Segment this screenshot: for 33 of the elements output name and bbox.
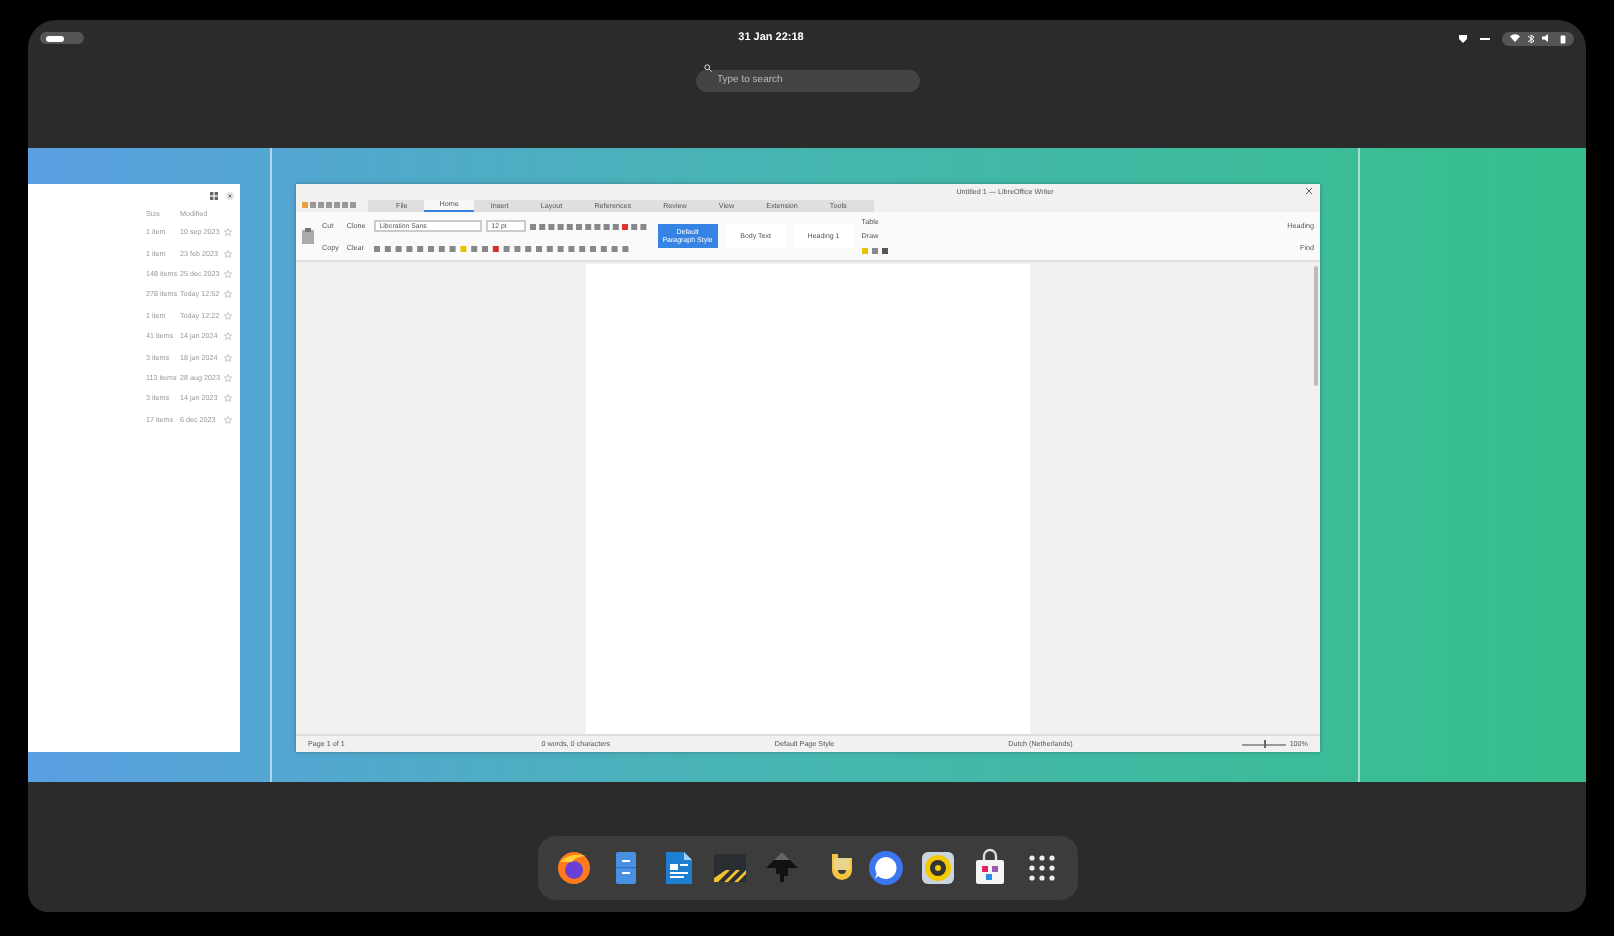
speaker-icon[interactable]	[917, 848, 957, 888]
app-grid-icon[interactable]	[1027, 854, 1055, 882]
search-icon	[703, 63, 711, 71]
star-icon[interactable]	[224, 373, 232, 382]
style-format-icons[interactable]	[373, 245, 634, 252]
fox-globe-icon[interactable]	[553, 848, 593, 888]
workspace-thumbnail[interactable]	[28, 148, 1586, 782]
star-icon[interactable]	[224, 269, 232, 278]
star-icon[interactable]	[224, 290, 232, 299]
quick-access-icon[interactable]	[302, 202, 358, 208]
star-icon[interactable]	[224, 228, 232, 237]
wifi-icon	[1510, 34, 1520, 42]
paste-icon[interactable]	[302, 228, 314, 244]
bluetooth-icon	[1528, 33, 1534, 43]
hazard-screen-icon[interactable]	[709, 848, 749, 888]
insert-icons[interactable]	[861, 248, 890, 255]
activities-indicator[interactable]	[40, 32, 84, 44]
system-menu[interactable]	[1502, 31, 1574, 45]
star-icon[interactable]	[224, 394, 232, 403]
chat-bubble-icon[interactable]	[865, 848, 905, 888]
view-toggle-icon[interactable]	[210, 192, 218, 200]
shield-icon[interactable]	[1458, 33, 1468, 43]
close-icon[interactable]	[1306, 188, 1312, 194]
star-icon[interactable]	[224, 332, 232, 341]
star-icon[interactable]	[224, 249, 232, 258]
format-icons[interactable]	[529, 223, 650, 230]
battery-icon	[1560, 33, 1566, 43]
star-icon[interactable]	[224, 311, 232, 320]
minus-icon[interactable]	[1480, 37, 1490, 39]
star-icon[interactable]	[224, 415, 232, 424]
volume-icon	[1542, 34, 1552, 42]
close-icon[interactable]	[226, 192, 234, 200]
star-icon[interactable]	[224, 353, 232, 362]
